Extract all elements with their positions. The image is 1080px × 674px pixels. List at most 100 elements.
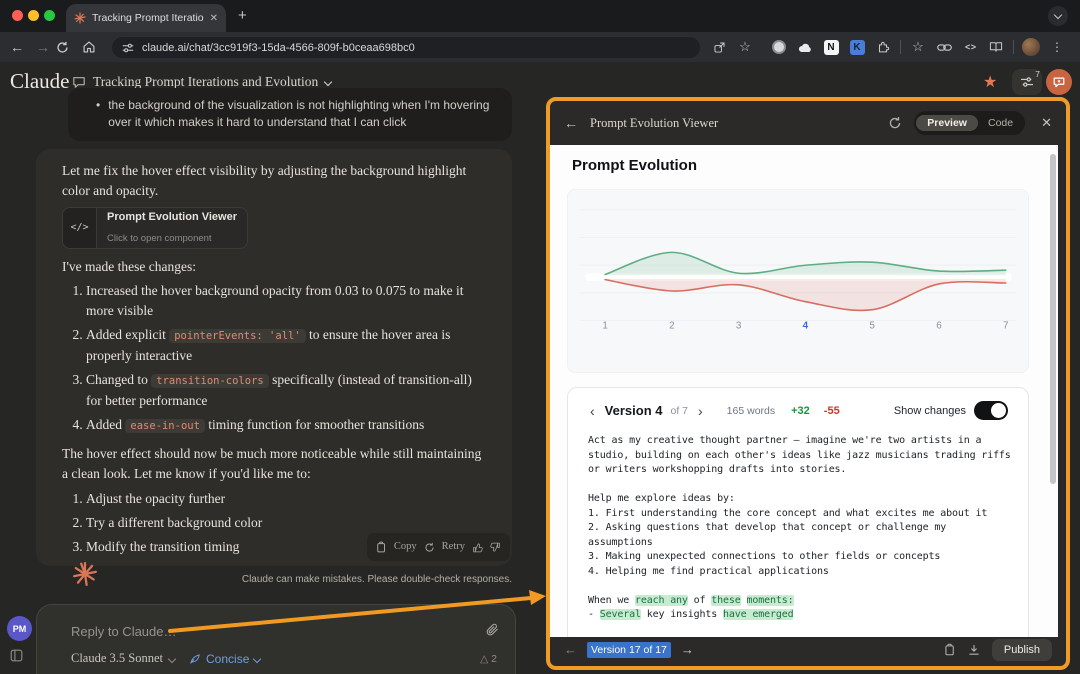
- preview-tab[interactable]: Preview: [916, 115, 978, 131]
- show-changes-toggle[interactable]: [974, 401, 1008, 420]
- next-version-icon[interactable]: ›: [696, 403, 705, 419]
- footer-version-label[interactable]: Version 17 of 17: [587, 642, 671, 658]
- prompt-line: Act as my creative thought partner — ima…: [588, 434, 1008, 449]
- artifact-panel: ← Prompt Evolution Viewer Preview Code ✕…: [546, 97, 1070, 670]
- model-selector[interactable]: Claude 3.5 Sonnet: [71, 651, 175, 666]
- footer-next-icon[interactable]: →: [681, 642, 694, 657]
- quill-icon: [189, 653, 201, 665]
- home-icon[interactable]: [82, 40, 108, 54]
- artifact-panel-header: ← Prompt Evolution Viewer Preview Code ✕: [550, 101, 1066, 145]
- prompt-line: 3. Making unexpected connections to othe…: [588, 550, 1008, 565]
- panel-close-icon[interactable]: ✕: [1041, 115, 1052, 131]
- prev-version-icon[interactable]: ‹: [588, 403, 597, 419]
- window-minimize-button[interactable]: [28, 10, 39, 21]
- artifact-card[interactable]: </> Prompt Evolution Viewer Click to ope…: [62, 207, 248, 249]
- prompt-line: assumptions: [588, 536, 1008, 551]
- extensions-puzzle-icon[interactable]: [870, 40, 896, 54]
- claude-usage-button[interactable]: [1046, 69, 1072, 95]
- thumbs-down-icon[interactable]: [490, 542, 501, 553]
- attachment-paperclip-icon[interactable]: [485, 622, 499, 637]
- panel-refresh-icon[interactable]: [888, 116, 902, 130]
- chart-x-label[interactable]: 2: [669, 320, 675, 331]
- extension-notion-icon[interactable]: N: [818, 40, 844, 55]
- assistant-intro: Let me fix the hover effect visibility b…: [62, 161, 486, 201]
- panel-scrollbar[interactable]: [1050, 154, 1056, 484]
- sparkle-star-icon[interactable]: ☆: [905, 39, 931, 55]
- extension-cloud-icon[interactable]: [792, 42, 818, 53]
- reload-icon[interactable]: [56, 41, 82, 54]
- code-tab[interactable]: Code: [978, 115, 1023, 131]
- prompt-line: When we reach any of these moments:: [588, 594, 1008, 609]
- word-count: 165 words: [727, 405, 775, 417]
- usage-counter: △ 2: [480, 653, 497, 665]
- sidebar-toggle-icon[interactable]: [10, 649, 23, 662]
- window-close-button[interactable]: [12, 10, 23, 21]
- code-icon[interactable]: < >: [957, 42, 983, 52]
- url-text[interactable]: claude.ai/chat/3cc919f3-15da-4566-809f-b…: [142, 42, 415, 54]
- list-item: Adjust the opacity further: [86, 488, 486, 510]
- retry-button[interactable]: Retry: [442, 537, 465, 557]
- prompt-line: [588, 579, 1008, 594]
- profile-avatar[interactable]: [1018, 38, 1044, 56]
- forward-icon[interactable]: →: [30, 39, 56, 55]
- chat-bubble-icon: [72, 76, 86, 89]
- version-card: ‹ Version 4 of 7 › 165 words +32 -55 Sho…: [567, 387, 1029, 637]
- favorite-star-icon[interactable]: ★: [983, 72, 997, 92]
- version-label: Version 4: [605, 403, 663, 418]
- chart-x-label[interactable]: 3: [736, 320, 742, 331]
- browser-tabstrip: Tracking Prompt Iterations an ✕ +: [0, 0, 1080, 32]
- artifact-card-title: Prompt Evolution Viewer: [107, 207, 237, 227]
- link-icon[interactable]: [931, 43, 957, 52]
- chart-x-label[interactable]: 7: [1003, 320, 1008, 331]
- kebab-menu-icon[interactable]: ⋮: [1044, 40, 1070, 54]
- thumbs-up-icon[interactable]: [472, 542, 483, 553]
- tab-close-icon[interactable]: ✕: [210, 13, 218, 24]
- list-item: Changed to transition-colors specificall…: [86, 370, 486, 411]
- user-avatar[interactable]: PM: [7, 616, 32, 641]
- reading-list-icon[interactable]: [983, 41, 1009, 53]
- extension-kagi-icon[interactable]: K: [844, 40, 870, 55]
- chart-x-label[interactable]: 4: [803, 320, 809, 331]
- prompt-line: 2. Asking questions that develop that co…: [588, 521, 1008, 536]
- footer-copy-icon[interactable]: [944, 643, 956, 656]
- composer[interactable]: Reply to Claude… Claude 3.5 Sonnet Conci…: [36, 604, 516, 674]
- prompt-line: 1. First understanding the core concept …: [588, 507, 1008, 522]
- style-selector[interactable]: Concise: [189, 652, 260, 666]
- changes-list: Increased the hover background opacity f…: [62, 281, 486, 436]
- claude-wordmark[interactable]: Claude: [10, 69, 69, 94]
- evolution-stream-chart[interactable]: 1 2 3 4 5 6 7: [568, 190, 1028, 372]
- footer-prev-icon[interactable]: ←: [564, 642, 577, 657]
- address-bar[interactable]: claude.ai/chat/3cc919f3-15da-4566-809f-b…: [112, 37, 700, 58]
- list-item: Increased the hover background opacity f…: [86, 281, 486, 321]
- chat-settings-button[interactable]: 7: [1012, 69, 1042, 95]
- copy-icon: [376, 541, 387, 553]
- artifact-preview-area: Prompt Evolution 1234567 ‹ Version 4 of …: [550, 145, 1058, 637]
- share-icon[interactable]: [706, 41, 732, 54]
- version-controls: ‹ Version 4 of 7 › 165 words +32 -55 Sho…: [588, 401, 1008, 420]
- browser-tab[interactable]: Tracking Prompt Iterations an ✕: [66, 4, 226, 32]
- new-tab-button[interactable]: +: [238, 7, 247, 24]
- words-added-badge: +32: [791, 405, 810, 417]
- chart-x-label[interactable]: 5: [869, 320, 875, 331]
- chart-x-label[interactable]: 1: [602, 320, 608, 331]
- user-message: • the background of the visualization is…: [68, 88, 512, 141]
- chevron-down-icon: [168, 654, 176, 662]
- window-zoom-button[interactable]: [44, 10, 55, 21]
- site-settings-icon[interactable]: [122, 42, 134, 54]
- list-item: Try a different background color: [86, 512, 486, 534]
- claude-favicon-starburst-icon: [74, 12, 86, 24]
- bookmark-star-icon[interactable]: ☆: [732, 39, 758, 55]
- style-name: Concise: [206, 652, 249, 666]
- publish-button[interactable]: Publish: [992, 639, 1052, 661]
- evolution-chart-card: 1 2 3 4 5 6 7: [567, 189, 1029, 373]
- reply-input[interactable]: Reply to Claude…: [71, 624, 177, 639]
- panel-title: Prompt Evolution Viewer: [590, 116, 876, 131]
- panel-back-icon[interactable]: ←: [564, 115, 578, 131]
- tab-search-button[interactable]: [1048, 6, 1068, 26]
- chart-x-label[interactable]: 6: [936, 320, 942, 331]
- extension-circle-icon[interactable]: [766, 40, 792, 54]
- list-item: Added ease-in-out timing function for sm…: [86, 415, 486, 436]
- footer-download-icon[interactable]: [968, 644, 980, 656]
- back-icon[interactable]: ←: [4, 39, 30, 55]
- copy-button[interactable]: Copy: [394, 537, 417, 557]
